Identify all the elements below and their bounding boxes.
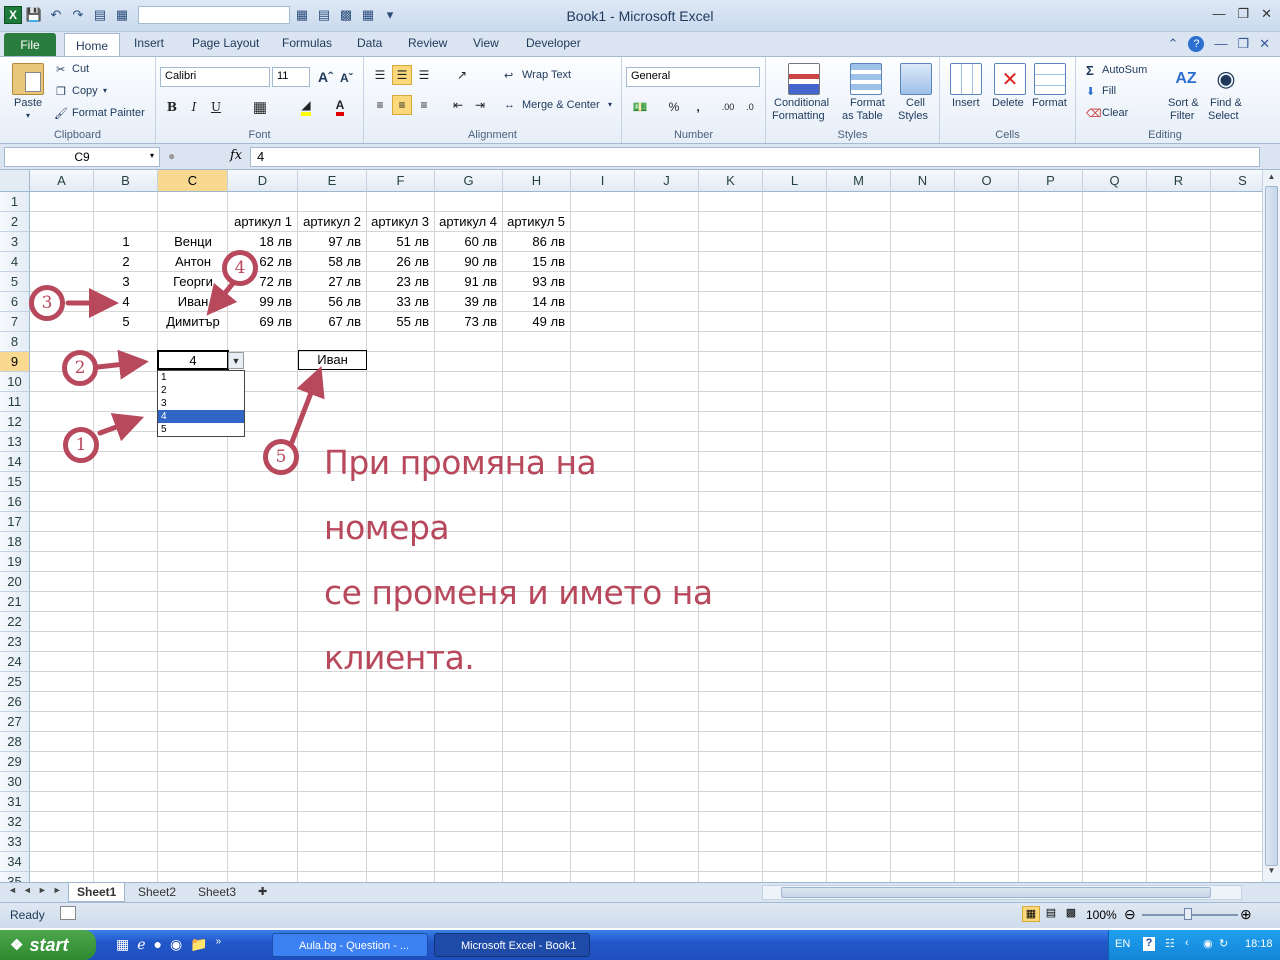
note-line-2: се променя и името на: [324, 573, 713, 612]
sheet-tab-1[interactable]: Sheet1: [68, 883, 126, 902]
page-layout-view-icon[interactable]: ▤: [1042, 906, 1060, 922]
task-excel[interactable]: Microsoft Excel - Book1: [434, 933, 590, 957]
windows-logo-icon: ❖: [10, 937, 24, 954]
insert-sheet-icon[interactable]: ✚: [250, 883, 275, 902]
sheet-tab-3[interactable]: Sheet3: [190, 883, 244, 902]
arrow-4: [206, 279, 238, 316]
tray-icon-1[interactable]: ‹: [1185, 937, 1189, 949]
ie-icon[interactable]: ℯ: [137, 936, 145, 953]
zoom-level[interactable]: 100%: [1086, 908, 1117, 922]
sheet-tab-2[interactable]: Sheet2: [130, 883, 184, 902]
arrow-1: [97, 413, 145, 442]
marker-5: 5: [263, 439, 299, 475]
start-label: start: [29, 934, 69, 955]
annotation-note: При промяна на номера се променя и името…: [324, 430, 724, 690]
clock: 18:18: [1245, 938, 1273, 950]
marker-1: 1: [63, 427, 99, 463]
note-line-3: клиента.: [324, 638, 475, 677]
sheet-tab-bar: ◄◄►► Sheet1 Sheet2 Sheet3 ✚: [0, 882, 1280, 902]
language-indicator[interactable]: EN: [1115, 938, 1130, 950]
show-more-icon[interactable]: »: [216, 936, 222, 953]
help-tray-icon[interactable]: ?: [1143, 937, 1155, 951]
status-bar: Ready ▦ ▤ ▩ 100% ⊖ ⊕: [0, 902, 1280, 928]
folder-icon[interactable]: 📁: [190, 936, 207, 953]
scroll-up-icon[interactable]: ▲: [1265, 172, 1278, 186]
zoom-in-icon[interactable]: ⊕: [1240, 906, 1252, 923]
marker-3: 3: [29, 285, 65, 321]
app-icon-1[interactable]: ▦: [116, 936, 129, 953]
macro-record-icon[interactable]: [60, 906, 76, 920]
page-break-view-icon[interactable]: ▩: [1062, 906, 1080, 922]
normal-view-icon[interactable]: ▦: [1022, 906, 1040, 922]
vertical-scroll-thumb[interactable]: [1265, 186, 1278, 866]
horizontal-scroll-thumb[interactable]: [781, 887, 1211, 898]
start-button[interactable]: ❖ start: [0, 930, 96, 960]
tray-icon-2[interactable]: ◉: [1203, 937, 1213, 950]
zoom-out-icon[interactable]: ⊖: [1124, 906, 1136, 923]
marker-4: 4: [222, 250, 258, 286]
note-line-1: При промяна на номера: [324, 443, 597, 547]
arrow-5: [289, 366, 325, 445]
zoom-slider-thumb[interactable]: [1184, 908, 1192, 920]
status-ready: Ready: [10, 908, 45, 922]
network-icon[interactable]: ☷: [1165, 937, 1175, 950]
tray-icon-3[interactable]: ↻: [1219, 937, 1228, 950]
task-aula[interactable]: Aula.bg - Question - ...: [272, 933, 428, 957]
system-tray: EN ? ☷ ‹ ◉ ↻ 18:18: [1108, 930, 1280, 960]
quick-launch: ▦ ℯ ● ◉ 📁 »: [116, 936, 221, 953]
windows-taskbar: ❖ start ▦ ℯ ● ◉ 📁 » Aula.bg - Question -…: [0, 930, 1280, 960]
app-icon-2[interactable]: ●: [154, 936, 162, 953]
horizontal-scrollbar[interactable]: [762, 885, 1242, 900]
scroll-down-icon[interactable]: ▼: [1265, 866, 1278, 880]
firefox-icon[interactable]: ◉: [170, 936, 182, 953]
marker-2: 2: [62, 350, 98, 386]
sheet-nav-icons[interactable]: ◄◄►►: [8, 885, 68, 895]
vertical-scrollbar[interactable]: ▲ ▼: [1262, 170, 1280, 882]
arrow-2: [95, 349, 149, 380]
